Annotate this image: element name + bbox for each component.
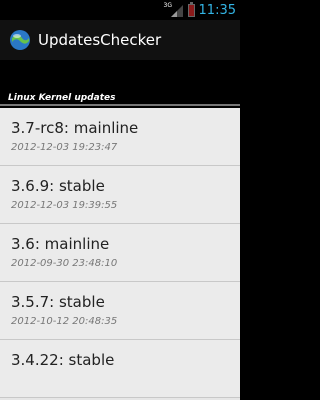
update-title: 3.5.7: stable bbox=[11, 293, 105, 311]
app-icon[interactable] bbox=[8, 28, 32, 52]
update-list[interactable]: 3.7-rc8: mainline 2012-12-03 19:23:47 3.… bbox=[0, 108, 240, 400]
action-bar: UpdatesChecker bbox=[0, 20, 240, 60]
signal-icon: 3G bbox=[164, 2, 184, 17]
list-item[interactable]: 3.5.7: stable 2012-10-12 20:48:35 bbox=[0, 282, 240, 340]
update-title: 3.4.22: stable bbox=[11, 351, 115, 369]
update-date: 2012-09-30 23:48:10 bbox=[11, 258, 118, 269]
list-item[interactable]: 3.7-rc8: mainline 2012-12-03 19:23:47 bbox=[0, 108, 240, 166]
update-date: 2012-10-12 20:48:35 bbox=[11, 316, 118, 327]
update-date: 2012-12-03 19:23:47 bbox=[11, 142, 118, 153]
update-date: 2012-12-03 19:39:55 bbox=[11, 200, 118, 211]
clock: 11:35 bbox=[198, 2, 236, 18]
section-header: Linux Kernel updates bbox=[0, 92, 240, 106]
battery-icon bbox=[187, 1, 195, 17]
list-item[interactable]: 3.4.22: stable bbox=[0, 340, 240, 398]
status-bar: 3G 11:35 bbox=[0, 0, 240, 20]
status-icons: 3G 11:35 bbox=[164, 1, 236, 18]
app-title: UpdatesChecker bbox=[38, 31, 162, 49]
list-item[interactable]: 3.6.9: stable 2012-12-03 19:39:55 bbox=[0, 166, 240, 224]
list-item[interactable]: 3.6: mainline 2012-09-30 23:48:10 bbox=[0, 224, 240, 282]
update-title: 3.6.9: stable bbox=[11, 177, 105, 195]
network-type-label: 3G bbox=[163, 2, 172, 9]
update-title: 3.7-rc8: mainline bbox=[11, 119, 139, 137]
update-title: 3.6: mainline bbox=[11, 235, 110, 253]
